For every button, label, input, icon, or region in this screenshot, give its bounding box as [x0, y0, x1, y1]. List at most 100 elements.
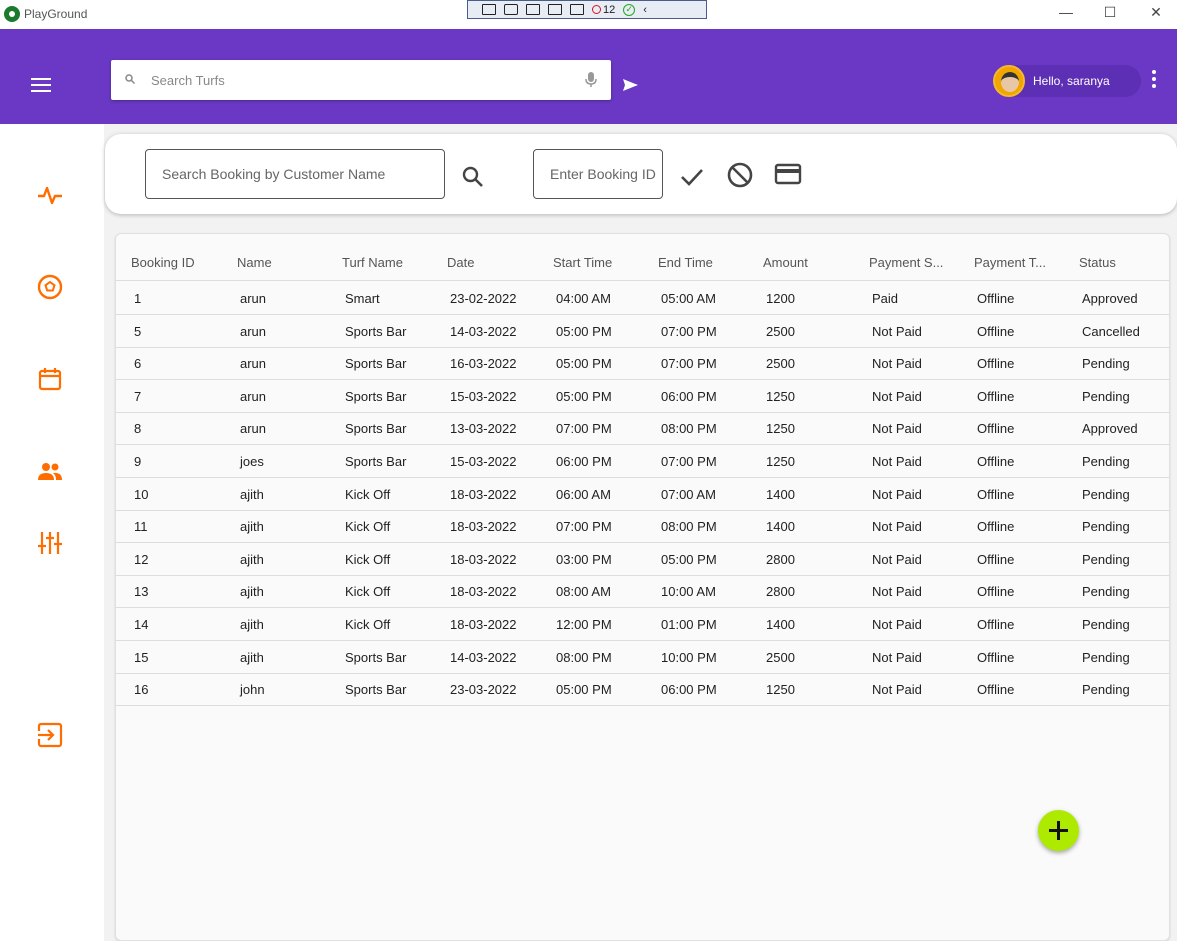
column-header[interactable]: Date [447, 255, 474, 270]
table-cell: 1250 [766, 421, 795, 437]
close-button[interactable]: ✕ [1146, 4, 1166, 21]
table-row[interactable]: 16 john Sports Bar 23-03-2022 05:00 PM 06:00 … [116, 673, 1169, 707]
minimize-button[interactable]: — [1056, 4, 1076, 20]
table-cell: Pending [1082, 486, 1130, 502]
collapse-icon[interactable]: ‹ [643, 4, 647, 16]
table-cell: Approved [1082, 291, 1138, 306]
table-row[interactable]: 5 arun Sports Bar 14-03-2022 05:00 PM 07:00 P… [116, 315, 1169, 348]
football-icon[interactable] [37, 274, 63, 300]
table-cell: Pending [1082, 388, 1130, 404]
table-cell: john [240, 682, 265, 698]
table-row[interactable]: 6 arun Sports Bar 16-03-2022 05:00 PM 07:00 P… [116, 347, 1169, 381]
select-element-icon[interactable] [482, 4, 496, 15]
table-cell: Pending [1082, 454, 1130, 469]
table-cell: 2500 [766, 649, 795, 665]
column-header[interactable]: Amount [763, 255, 808, 270]
more-options-icon[interactable] [1152, 70, 1156, 91]
layout-icon[interactable] [548, 4, 562, 15]
mic-icon[interactable] [585, 72, 597, 88]
table-cell: 5 [134, 323, 142, 339]
turf-search-input[interactable] [151, 60, 571, 100]
send-icon[interactable] [623, 79, 638, 91]
table-cell: Offline [977, 291, 1015, 306]
column-header[interactable]: Turf Name [342, 255, 403, 270]
table-row[interactable]: 11 ajith Kick Off 18-03-2022 07:00 PM 08:00 P… [116, 510, 1169, 544]
table-cell: 05:00 PM [661, 551, 717, 567]
table-cell: 14 [134, 617, 149, 632]
column-header[interactable]: Status [1079, 255, 1116, 270]
payment-card-icon[interactable] [774, 163, 802, 185]
calendar-icon[interactable] [37, 366, 63, 392]
logout-icon[interactable] [37, 722, 63, 748]
table-row[interactable]: 15 ajith Sports Bar 14-03-2022 08:00 PM 10:00… [116, 641, 1169, 674]
booking-id-input[interactable] [534, 150, 662, 198]
table-cell: 9 [134, 454, 142, 469]
table-cell: Pending [1082, 617, 1130, 632]
table-cell: 18-03-2022 [450, 519, 517, 535]
table-cell: 2800 [766, 584, 795, 600]
table-cell: ajith [240, 649, 264, 665]
video-icon[interactable] [504, 4, 518, 15]
app-header: Hello, saranya [0, 29, 1177, 124]
table-cell: 23-03-2022 [450, 682, 517, 698]
table-cell: 16-03-2022 [450, 356, 517, 372]
user-chip[interactable]: Hello, saranya [993, 65, 1141, 97]
users-icon[interactable] [37, 458, 63, 484]
table-cell: 16 [134, 682, 149, 698]
column-header[interactable]: Payment S... [869, 255, 943, 270]
column-header[interactable]: Payment T... [974, 255, 1046, 270]
table-row[interactable]: 13 ajith Kick Off 18-03-2022 08:00 AM 10:00 A… [116, 575, 1169, 609]
customer-name-search-input[interactable] [146, 150, 444, 198]
table-cell: 05:00 AM [661, 291, 716, 306]
table-cell: 05:00 PM [556, 682, 612, 698]
menu-icon[interactable] [31, 78, 51, 92]
table-row[interactable]: 12 ajith Kick Off 18-03-2022 03:00 PM 05:00 P… [116, 543, 1169, 576]
sliders-icon[interactable] [37, 530, 63, 556]
table-cell: ajith [240, 551, 264, 567]
add-booking-button[interactable] [1038, 810, 1079, 851]
table-cell: 15-03-2022 [450, 454, 517, 469]
table-cell: 05:00 PM [556, 356, 612, 372]
table-cell: 14-03-2022 [450, 323, 517, 339]
table-row[interactable]: 9 joes Sports Bar 15-03-2022 06:00 PM 07:00 P… [116, 445, 1169, 478]
table-cell: Approved [1082, 421, 1138, 437]
table-cell: Sports Bar [345, 421, 407, 437]
table-cell: Offline [977, 356, 1015, 372]
display-icon[interactable] [570, 4, 584, 15]
table-cell: Kick Off [345, 617, 391, 632]
table-row[interactable]: 1 arun Smart 23-02-2022 04:00 AM 05:00 AM 1200… [116, 282, 1169, 315]
table-cell: Not Paid [872, 551, 922, 567]
table-cell: Sports Bar [345, 454, 407, 469]
table-cell: Not Paid [872, 486, 922, 502]
table-cell: 05:00 PM [556, 388, 612, 404]
maximize-button[interactable]: ☐ [1100, 4, 1120, 21]
table-cell: 1250 [766, 682, 795, 698]
cancel-icon[interactable] [726, 161, 754, 189]
column-header[interactable]: Booking ID [131, 255, 195, 270]
column-header[interactable]: End Time [658, 255, 713, 270]
table-cell: Not Paid [872, 649, 922, 665]
table-row[interactable]: 7 arun Sports Bar 15-03-2022 05:00 PM 06:00 P… [116, 380, 1169, 413]
table-row[interactable]: 14 ajith Kick Off 18-03-2022 12:00 PM 01:00 P… [116, 608, 1169, 641]
check-icon[interactable] [679, 165, 705, 189]
table-cell: 07:00 PM [661, 323, 717, 339]
search-icon[interactable] [461, 165, 485, 189]
table-cell: Paid [872, 291, 899, 306]
table-cell: 10:00 PM [661, 649, 717, 665]
bookings-table: Booking ID Name Turf Name Date Start Time End… [115, 233, 1170, 941]
table-cell: joes [240, 454, 264, 469]
table-cell: 1250 [766, 454, 795, 469]
column-header[interactable]: Name [237, 255, 272, 270]
table-row[interactable]: 10 ajith Kick Off 18-03-2022 06:00 AM 07:00 A… [116, 478, 1169, 511]
table-cell: 1250 [766, 388, 795, 404]
table-cell: 08:00 PM [661, 519, 717, 535]
check-icon[interactable]: ✓ [623, 3, 636, 16]
table-row[interactable]: 8 arun Sports Bar 13-03-2022 07:00 PM 08:00 P… [116, 412, 1169, 446]
debug-toolbar: 12 ✓ ‹ [467, 0, 707, 19]
table-cell: 1400 [766, 617, 795, 632]
app-logo-icon [4, 6, 20, 22]
activity-icon[interactable] [37, 182, 63, 208]
table-cell: 07:00 PM [661, 454, 717, 469]
pointer-icon[interactable] [526, 4, 540, 15]
column-header[interactable]: Start Time [553, 255, 612, 270]
